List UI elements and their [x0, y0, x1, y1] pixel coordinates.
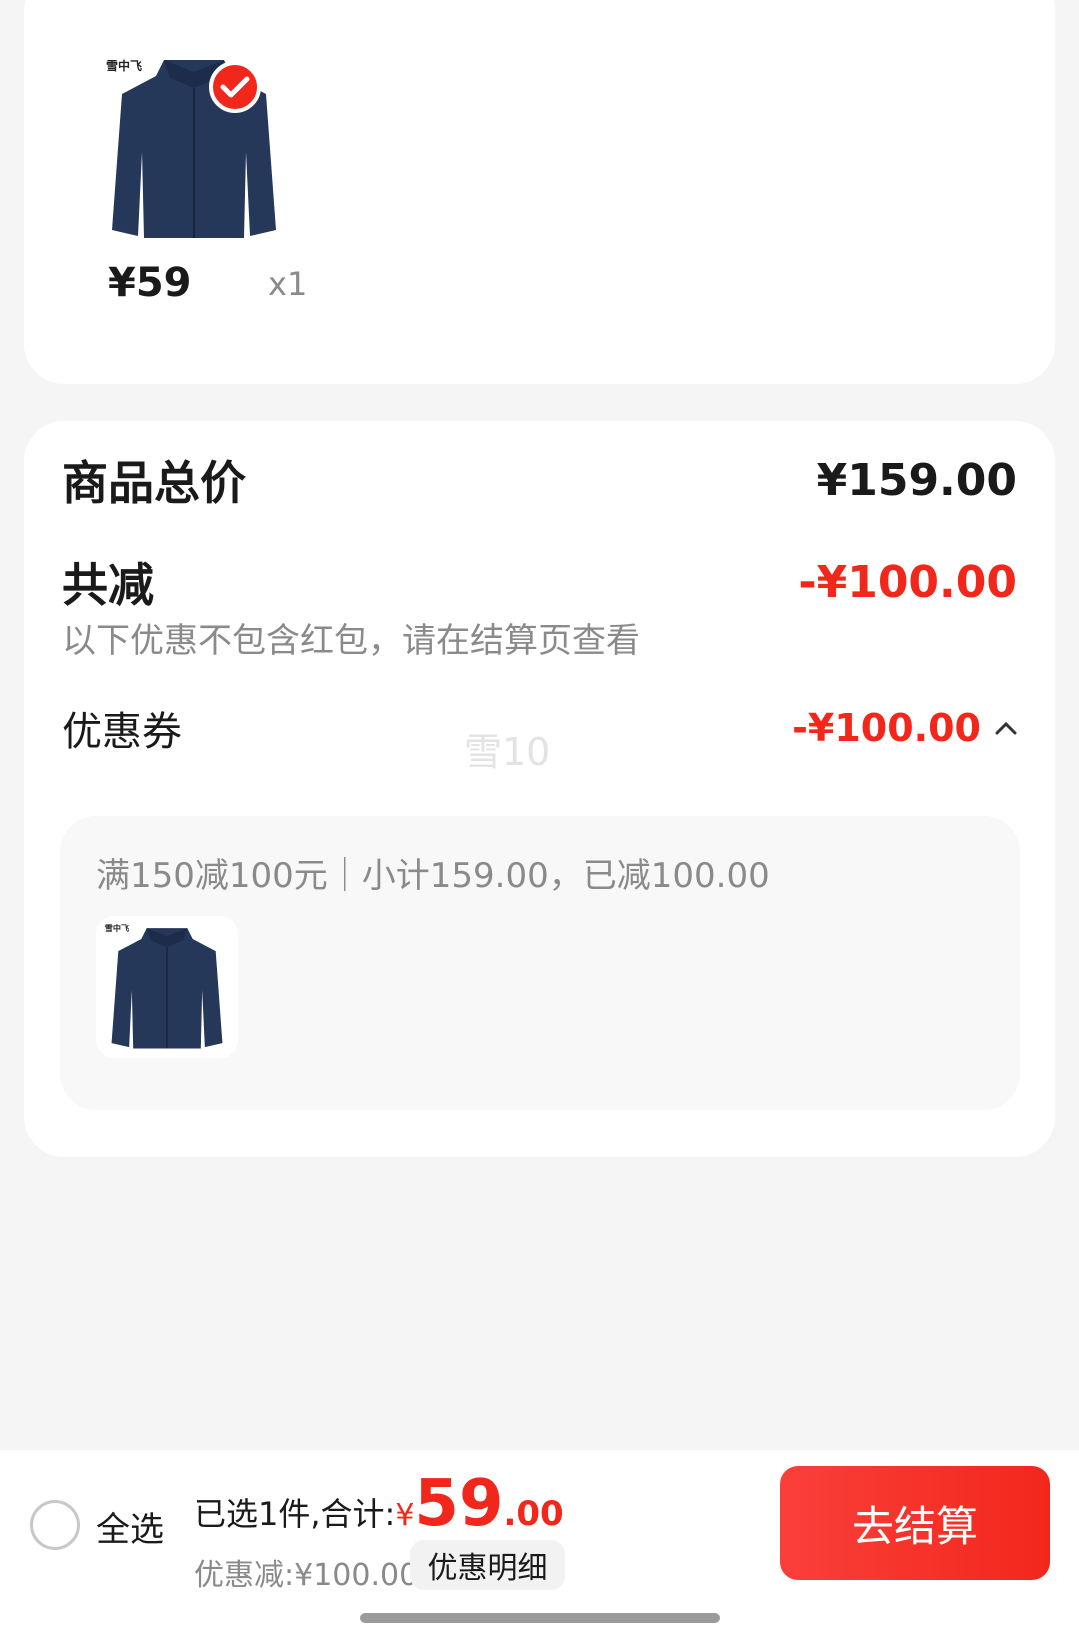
total-row: 商品总价 ¥159.00 — [62, 447, 1017, 513]
watermark: 雪10 — [464, 730, 551, 774]
select-all-radio[interactable] — [30, 1500, 80, 1550]
total-integer: 59 — [414, 1467, 504, 1541]
select-all-label[interactable]: 全选 — [96, 1502, 164, 1551]
total-amount: ¥159.00 — [816, 454, 1017, 506]
product-thumbnail[interactable]: 雪中飞 — [94, 42, 294, 252]
home-indicator[interactable] — [360, 1613, 720, 1623]
chevron-up-icon[interactable] — [995, 721, 1017, 735]
total-decimal: .00 — [503, 1494, 564, 1534]
coupon-amount: -¥100.00 — [792, 706, 981, 750]
discount-label: 共减 — [62, 558, 154, 612]
price-summary-card: 商品总价 ¥159.00 共减 -¥100.00 以下优惠不包含红包，请在结算页… — [24, 421, 1055, 1157]
discount-detail-button[interactable]: 优惠明细 — [410, 1540, 565, 1590]
svg-text:雪中飞: 雪中飞 — [106, 58, 142, 73]
svg-text:雪中飞: 雪中飞 — [105, 923, 129, 933]
selected-total: 已选1件,合计: ¥ 59 .00 — [194, 1472, 564, 1536]
selected-check-icon[interactable] — [209, 61, 261, 113]
jacket-image: 雪中飞 — [106, 58, 276, 238]
jacket-image: 雪中飞 — [105, 923, 223, 1049]
coupon-rule: 满150减100元｜小计159.00，已减100.00 — [96, 856, 770, 896]
coupon-product-thumbnail[interactable]: 雪中飞 — [96, 916, 238, 1058]
coupon-label: 优惠券 — [62, 709, 182, 755]
selected-count-text: 已选1件,合计: — [194, 1495, 396, 1533]
product-card: 雪中飞 ¥59 x1 — [24, 0, 1055, 384]
cart-page: 雪中飞 ¥59 x1 商品总价 ¥159.00 共减 -¥100.00 以下优惠… — [0, 0, 1079, 1644]
total-label: 商品总价 — [62, 456, 246, 510]
coupon-detail-panel: 满150减100元｜小计159.00，已减100.00 雪中飞 — [60, 816, 1020, 1110]
discount-amount: -¥100.00 — [798, 556, 1017, 608]
saved-amount: 优惠减:¥100.00 — [194, 1558, 419, 1593]
product-price: ¥59 — [108, 260, 192, 306]
product-quantity: x1 — [268, 265, 308, 303]
checkout-button[interactable]: 去结算 — [780, 1466, 1050, 1580]
discount-hint: 以下优惠不包含红包，请在结算页查看 — [62, 621, 640, 661]
coupon-toggle[interactable]: -¥100.00 — [792, 706, 1017, 750]
discount-row: 共减 -¥100.00 — [62, 549, 1017, 615]
currency-symbol: ¥ — [395, 1498, 415, 1533]
